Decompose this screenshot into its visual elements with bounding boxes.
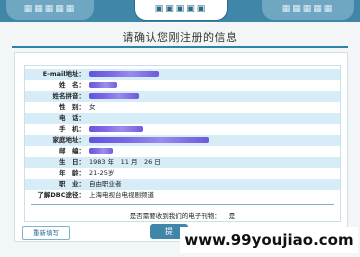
- refill-button[interactable]: 重新填写: [22, 226, 70, 240]
- field-row-age: 年 龄： 21-25岁: [25, 168, 340, 179]
- field-label-email: E-mail地址：: [42, 70, 85, 78]
- step-tab-bar: ▦▦▦▦▦ ▣▣▣▣▣ ▦▦▦▦▦: [0, 0, 360, 22]
- field-value-mobile: [89, 124, 143, 135]
- newsletter-question: 是否需要收到我们的电子刊物：: [129, 212, 221, 220]
- field-value-referral: 上海电视台电视剧频道: [89, 191, 154, 199]
- newsletter-answer: 是: [228, 212, 236, 220]
- page-heading: 请确认您刚注册的信息: [122, 31, 238, 44]
- step-tab-1-glyphs: ▦▦▦▦▦: [23, 4, 77, 14]
- field-value-pinyin: [89, 91, 139, 102]
- site-watermark: www.99youjiao.com: [180, 227, 358, 253]
- step-tab-3: ▦▦▦▦▦: [262, 0, 354, 20]
- field-row-mobile: 手 机：: [25, 124, 340, 135]
- field-value-email: [89, 69, 159, 80]
- redacted-email: [89, 71, 159, 77]
- field-label-referral: 了解DBC途径：: [37, 191, 85, 199]
- step-tab-3-glyphs: ▦▦▦▦▦: [281, 4, 335, 14]
- step-tab-2-glyphs: ▣▣▣▣▣: [154, 4, 208, 14]
- redacted-name: [89, 82, 117, 88]
- field-label-age: 年 龄：: [59, 169, 85, 177]
- field-label-gender: 性 别：: [59, 103, 85, 111]
- field-row-occupation: 职 业： 自由职业者: [25, 179, 340, 190]
- field-label-address: 家庭地址：: [52, 136, 86, 144]
- redacted-pinyin: [89, 93, 139, 99]
- field-value-address: [89, 135, 209, 146]
- step-tab-2-active: ▣▣▣▣▣: [134, 0, 228, 21]
- field-row-phone: 电 话：: [25, 113, 340, 124]
- field-value-name: [89, 80, 117, 91]
- field-row-birthday: 生 日： 1983 年 11 月 26 日: [25, 157, 340, 168]
- field-row-gender: 性 别： 女: [25, 102, 340, 113]
- step-tab-1: ▦▦▦▦▦: [6, 0, 94, 20]
- newsletter-preference: 是否需要收到我们的电子刊物： 是: [25, 211, 340, 221]
- redacted-mobile: [89, 126, 143, 132]
- field-label-occupation: 职 业：: [59, 180, 85, 188]
- field-row-zipcode: 邮 编：: [25, 146, 340, 157]
- field-label-birthday: 生 日：: [59, 158, 85, 166]
- summary-divider: [31, 204, 334, 205]
- field-row-pinyin: 姓名拼音：: [25, 91, 340, 102]
- redacted-zipcode: [89, 148, 113, 154]
- field-label-pinyin: 姓名拼音：: [52, 92, 86, 100]
- field-value-age: 21-25岁: [89, 169, 115, 177]
- field-row-email: E-mail地址：: [25, 69, 340, 80]
- field-label-mobile: 手 机：: [59, 125, 85, 133]
- heading-divider: [12, 46, 348, 48]
- field-row-name: 姓 名：: [25, 80, 340, 91]
- field-label-phone: 电 话：: [59, 114, 85, 122]
- field-value-birthday: 1983 年 11 月 26 日: [89, 158, 161, 166]
- confirmation-panel: E-mail地址： 姓 名： 姓名拼音： 性 别： 女 电 话： 手 机： 家庭…: [14, 52, 348, 242]
- redacted-address: [89, 137, 209, 143]
- field-value-occupation: 自由职业者: [89, 180, 122, 188]
- field-row-referral: 了解DBC途径： 上海电视台电视剧频道: [25, 190, 340, 201]
- field-label-zipcode: 邮 编：: [59, 147, 85, 155]
- field-value-gender: 女: [89, 103, 96, 111]
- registration-summary: E-mail地址： 姓 名： 姓名拼音： 性 别： 女 电 话： 手 机： 家庭…: [24, 65, 341, 222]
- field-label-name: 姓 名：: [59, 81, 85, 89]
- field-value-zipcode: [89, 146, 113, 157]
- field-row-address: 家庭地址：: [25, 135, 340, 146]
